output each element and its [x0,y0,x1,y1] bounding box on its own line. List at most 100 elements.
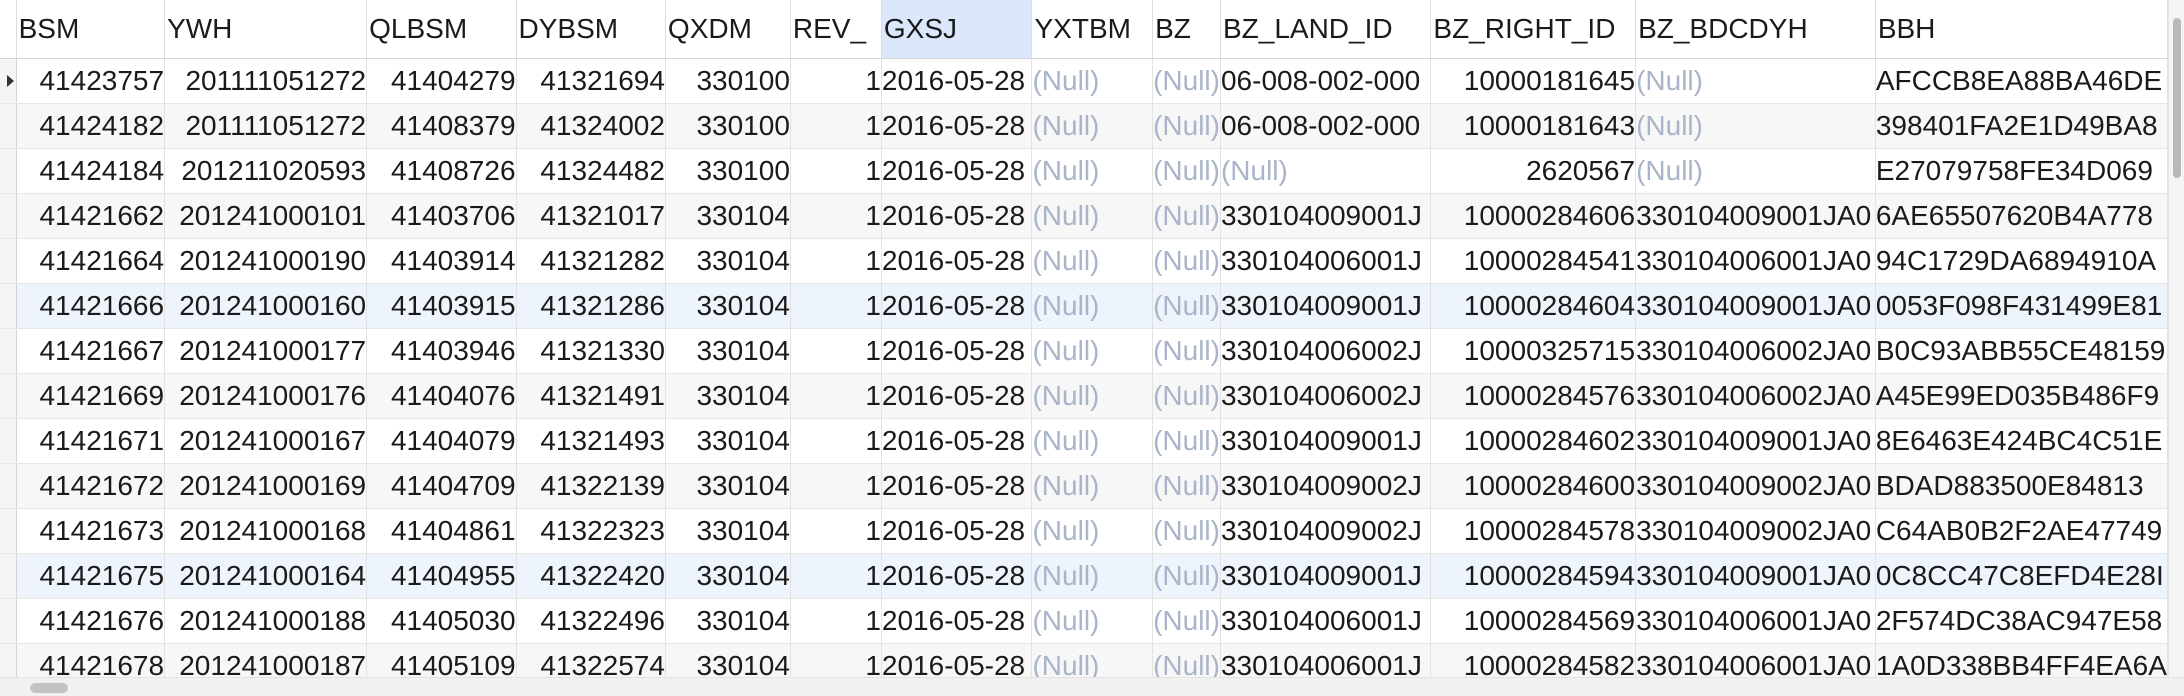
cell-qlbsm[interactable]: 41408379 [366,103,517,149]
column-header-bz-right-id[interactable]: BZ_RIGHT_ID [1430,0,1637,59]
cell-rev[interactable]: 1 [790,373,882,419]
cell-gxsj[interactable]: 2016-05-28 [881,58,1033,104]
table-row[interactable]: 41421671 201241000167 41404079 41321493 3301… [0,418,2168,464]
row-indicator[interactable] [0,418,17,464]
table-row[interactable]: 41421673 201241000168 41404861 41322323 3301… [0,508,2168,554]
cell-bz[interactable]: (Null) [1152,193,1221,239]
cell-ywh[interactable]: 201241000177 [164,328,368,374]
cell-bsm[interactable]: 41421667 [16,328,166,374]
cell-bz[interactable]: (Null) [1152,328,1221,374]
horizontal-scrollbar-thumb[interactable] [30,683,68,693]
column-header-dybsm[interactable]: DYBSM [516,0,666,59]
cell-qxdm[interactable]: 330104 [665,553,791,599]
cell-yxtbm[interactable]: (Null) [1031,193,1154,239]
row-indicator[interactable] [0,328,17,374]
cell-yxtbm[interactable]: (Null) [1031,283,1154,329]
cell-bz-bdcdyh[interactable]: 330104009001JA0 [1635,283,1876,329]
column-header-yxtbm[interactable]: YXTBM [1031,0,1154,59]
cell-dybsm[interactable]: 41321017 [516,193,666,239]
cell-ywh[interactable]: 201241000190 [164,238,368,284]
cell-bsm[interactable]: 41421672 [16,463,166,509]
cell-dybsm[interactable]: 41321491 [516,373,666,419]
cell-bz-bdcdyh[interactable]: 330104009001JA0 [1635,553,1876,599]
cell-bz-bdcdyh[interactable]: 330104006002JA0 [1635,373,1876,419]
cell-qxdm[interactable]: 330100 [665,58,791,104]
cell-qxdm[interactable]: 330100 [665,148,791,194]
cell-bz[interactable]: (Null) [1152,283,1221,329]
cell-qxdm[interactable]: 330100 [665,103,791,149]
cell-qlbsm[interactable]: 41403706 [366,193,517,239]
cell-qlbsm[interactable]: 41403946 [366,328,517,374]
cell-qlbsm[interactable]: 41404955 [366,553,517,599]
cell-bz-right-id[interactable]: 10000284576 [1430,373,1637,419]
cell-bz[interactable]: (Null) [1152,103,1221,149]
cell-bz-land-id[interactable]: 330104006001J [1220,643,1432,677]
cell-qxdm[interactable]: 330104 [665,598,791,644]
cell-bz[interactable]: (Null) [1152,598,1221,644]
cell-bz-land-id[interactable]: 06-008-002-000 [1220,103,1432,149]
column-header-ywh[interactable]: YWH [164,0,368,59]
cell-qxdm[interactable]: 330104 [665,328,791,374]
cell-bbh[interactable]: 6AE65507620B4A778 [1875,193,2168,239]
cell-gxsj[interactable]: 2016-05-28 [881,238,1033,284]
cell-dybsm[interactable]: 41324482 [516,148,666,194]
table-row[interactable]: 41421672 201241000169 41404709 41322139 3301… [0,463,2168,509]
cell-rev[interactable]: 1 [790,643,882,677]
table-row[interactable]: 41421664 201241000190 41403914 41321282 3301… [0,238,2168,284]
cell-ywh[interactable]: 201241000168 [164,508,368,554]
cell-rev[interactable]: 1 [790,463,882,509]
cell-rev[interactable]: 1 [790,58,882,104]
cell-dybsm[interactable]: 41321282 [516,238,666,284]
row-indicator[interactable] [0,463,17,509]
cell-qlbsm[interactable]: 41404279 [366,58,517,104]
cell-dybsm[interactable]: 41322139 [516,463,666,509]
table-row[interactable]: 41421675 201241000164 41404955 41322420 3301… [0,553,2168,599]
cell-qxdm[interactable]: 330104 [665,418,791,464]
table-row[interactable]: 41421667 201241000177 41403946 41321330 3301… [0,328,2168,374]
cell-bz-bdcdyh[interactable]: 330104009001JA0 [1635,418,1876,464]
cell-dybsm[interactable]: 41322574 [516,643,666,677]
cell-yxtbm[interactable]: (Null) [1031,148,1154,194]
cell-bz[interactable]: (Null) [1152,148,1221,194]
cell-bz-right-id[interactable]: 10000284541 [1430,238,1637,284]
cell-bbh[interactable]: 2F574DC38AC947E58 [1875,598,2168,644]
cell-qlbsm[interactable]: 41404709 [366,463,517,509]
cell-gxsj[interactable]: 2016-05-28 [881,643,1033,677]
cell-bsm[interactable]: 41424182 [16,103,166,149]
cell-yxtbm[interactable]: (Null) [1031,328,1154,374]
cell-ywh[interactable]: 201241000164 [164,553,368,599]
cell-bz[interactable]: (Null) [1152,508,1221,554]
cell-bsm[interactable]: 41421676 [16,598,166,644]
row-indicator[interactable] [0,238,17,284]
cell-bz-bdcdyh[interactable]: 330104009002JA0 [1635,508,1876,554]
column-header-bsm[interactable]: BSM [16,0,166,59]
cell-bz[interactable]: (Null) [1152,373,1221,419]
row-indicator[interactable] [0,508,17,554]
cell-bbh[interactable]: 398401FA2E1D49BA8 [1875,103,2168,149]
column-header-bz[interactable]: BZ [1152,0,1221,59]
cell-qxdm[interactable]: 330104 [665,463,791,509]
cell-bsm[interactable]: 41421671 [16,418,166,464]
cell-bsm[interactable]: 41421666 [16,283,166,329]
cell-rev[interactable]: 1 [790,508,882,554]
cell-gxsj[interactable]: 2016-05-28 [881,373,1033,419]
cell-bz-right-id[interactable]: 10000181643 [1430,103,1637,149]
cell-ywh[interactable]: 201241000188 [164,598,368,644]
cell-bz-right-id[interactable]: 10000284602 [1430,418,1637,464]
cell-bz-land-id[interactable]: 330104009002J [1220,463,1432,509]
cell-qlbsm[interactable]: 41404079 [366,418,517,464]
cell-bz-bdcdyh[interactable]: 330104006001JA0 [1635,643,1876,677]
cell-ywh[interactable]: 201241000169 [164,463,368,509]
cell-dybsm[interactable]: 41321493 [516,418,666,464]
cell-bz[interactable]: (Null) [1152,643,1221,677]
cell-rev[interactable]: 1 [790,148,882,194]
cell-ywh[interactable]: 201241000176 [164,373,368,419]
cell-bz-right-id[interactable]: 10000284569 [1430,598,1637,644]
vertical-scrollbar-thumb[interactable] [2173,18,2181,178]
cell-bz[interactable]: (Null) [1152,463,1221,509]
row-indicator[interactable] [0,553,17,599]
cell-bz-bdcdyh[interactable]: 330104009002JA0 [1635,463,1876,509]
cell-bsm[interactable]: 41421673 [16,508,166,554]
column-header-gxsj[interactable]: GXSJ [881,0,1033,59]
cell-bz-bdcdyh[interactable]: 330104006002JA0 [1635,328,1876,374]
